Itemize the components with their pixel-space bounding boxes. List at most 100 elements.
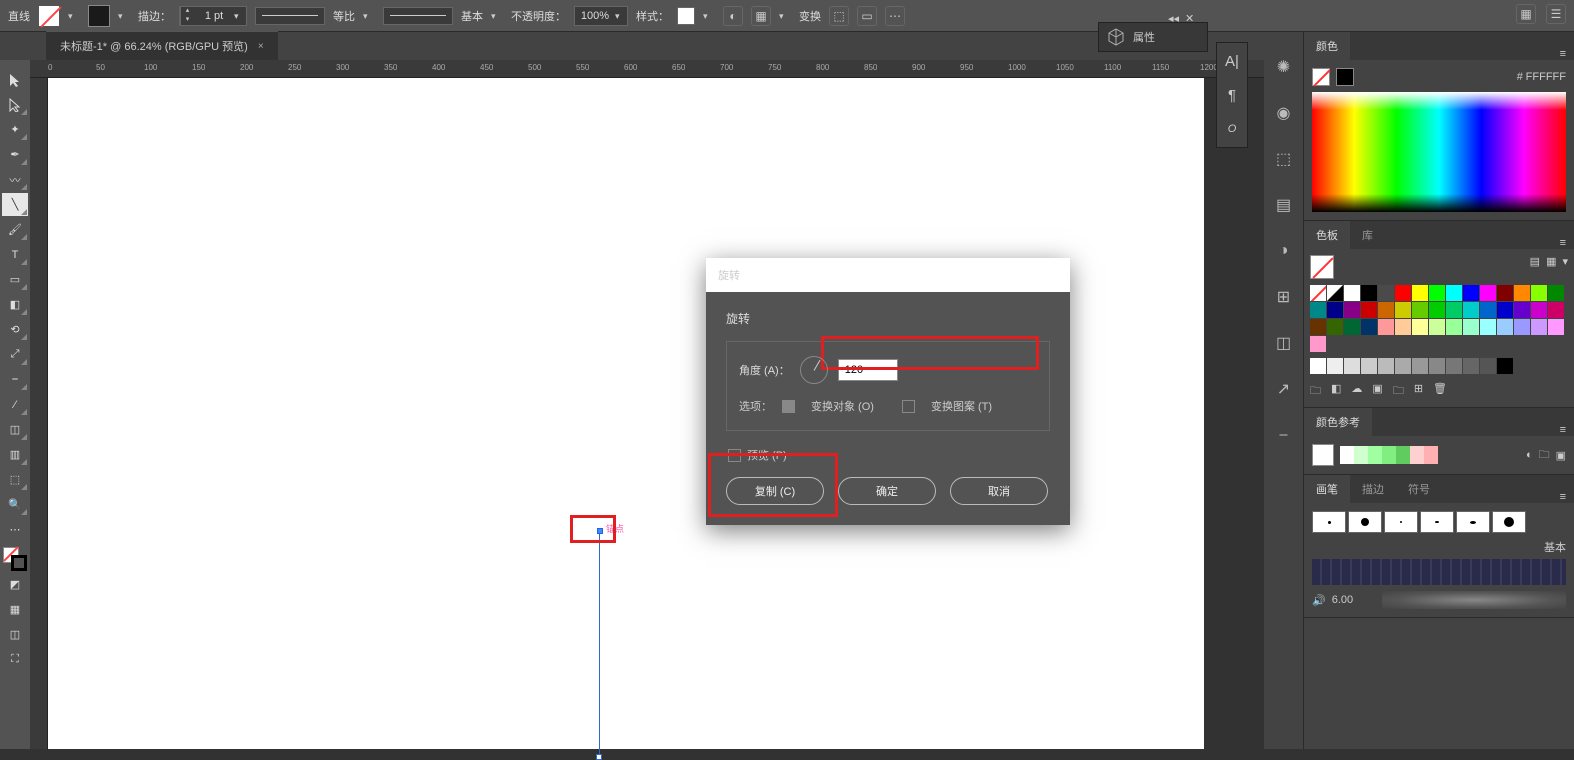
color-swatch[interactable] xyxy=(1463,285,1479,301)
gray-swatch[interactable] xyxy=(1378,358,1394,374)
transform-label[interactable]: 变换 xyxy=(799,8,821,24)
gradient-tool[interactable]: ◫ xyxy=(2,418,28,441)
line-tool[interactable]: ╲ xyxy=(2,193,28,216)
eyedropper-tool[interactable]: ⁄ xyxy=(2,393,28,416)
direct-selection-tool[interactable] xyxy=(2,93,28,116)
swatch-group-icon[interactable]: ▣ xyxy=(1372,382,1382,401)
color-swatch[interactable] xyxy=(1446,285,1462,301)
swatch-delete-icon[interactable]: 🗑 xyxy=(1433,382,1447,401)
color-swatch[interactable] xyxy=(1344,302,1360,318)
stroke-weight-dropdown[interactable] xyxy=(234,10,246,22)
path-anchor-bottom[interactable] xyxy=(596,754,602,760)
gradient-mode-icon[interactable]: ▦ xyxy=(2,598,28,621)
color-swatch[interactable] xyxy=(1463,302,1479,318)
color-swatch[interactable] xyxy=(1480,319,1496,335)
color-swatch[interactable] xyxy=(1378,302,1394,318)
tab-color[interactable]: 颜色 xyxy=(1304,32,1350,60)
color-swatch[interactable] xyxy=(1412,319,1428,335)
panel-menu-icon[interactable]: ≡ xyxy=(1552,48,1574,60)
color-swatch[interactable] xyxy=(1344,319,1360,335)
close-tab-icon[interactable]: × xyxy=(258,41,264,52)
stroke-weight-input[interactable] xyxy=(194,10,234,22)
harmony-color[interactable] xyxy=(1424,446,1438,464)
stroke-weight-stepper[interactable]: ▴▾ xyxy=(179,6,247,26)
rotate-tool[interactable]: ⟲ xyxy=(2,318,28,341)
gray-swatch[interactable] xyxy=(1327,358,1343,374)
swatch-new-icon[interactable]: ⊞ xyxy=(1414,382,1423,401)
isolate-icon[interactable]: ⬚ xyxy=(829,6,849,26)
export-icon[interactable]: ↗ xyxy=(1273,378,1295,400)
color-swatch[interactable] xyxy=(1412,285,1428,301)
edit-colors-icon[interactable]: ◐ xyxy=(1526,449,1533,461)
gray-swatch[interactable] xyxy=(1497,358,1513,374)
selection-tool[interactable] xyxy=(2,68,28,91)
color-swatch[interactable] xyxy=(1514,285,1530,301)
gray-swatch[interactable] xyxy=(1395,358,1411,374)
gray-swatch[interactable] xyxy=(1463,358,1479,374)
shape-icon[interactable]: ▭ xyxy=(857,6,877,26)
color-swatch[interactable] xyxy=(1327,302,1343,318)
color-swatch[interactable] xyxy=(1344,285,1360,301)
harmony-color[interactable] xyxy=(1368,446,1382,464)
brush-preset[interactable] xyxy=(1420,511,1454,533)
harmony-color[interactable] xyxy=(1354,446,1368,464)
color-swatch[interactable] xyxy=(1429,302,1445,318)
profile-preview[interactable] xyxy=(255,7,325,25)
color-swatch[interactable] xyxy=(1514,302,1530,318)
color-swatch[interactable] xyxy=(1514,319,1530,335)
swatch-none[interactable] xyxy=(1310,285,1326,301)
swatches-icon[interactable]: ⬚ xyxy=(1273,148,1295,170)
color-swatch[interactable] xyxy=(1429,319,1445,335)
color-swatch[interactable] xyxy=(1531,285,1547,301)
panel-menu-icon[interactable]: ≡ xyxy=(1552,237,1574,249)
tab-color-guide[interactable]: 颜色参考 xyxy=(1304,408,1372,436)
screen-mode-icon[interactable]: ⛶ xyxy=(2,648,28,671)
stroke-swatch[interactable] xyxy=(88,5,110,27)
color-swatch[interactable] xyxy=(1497,319,1513,335)
color-swatch[interactable] xyxy=(1497,302,1513,318)
more-icon[interactable]: ⋯ xyxy=(885,6,905,26)
style-dropdown[interactable] xyxy=(703,10,715,22)
type-tool[interactable]: T xyxy=(2,243,28,266)
harmony-strip[interactable] xyxy=(1340,446,1438,464)
profile-dropdown[interactable] xyxy=(363,10,375,22)
color-swatch[interactable] xyxy=(1548,302,1564,318)
harmony-color[interactable] xyxy=(1340,446,1354,464)
opacity-input[interactable] xyxy=(575,10,615,22)
magic-wand-tool[interactable]: ✦ xyxy=(2,118,28,141)
document-tab[interactable]: 未标题-1* @ 66.24% (RGB/GPU 预览) × xyxy=(46,31,278,60)
character-panel-icon[interactable]: A| xyxy=(1222,51,1242,71)
color-swatch[interactable] xyxy=(1463,319,1479,335)
gray-swatch[interactable] xyxy=(1480,358,1496,374)
draw-mode-icon[interactable]: ◫ xyxy=(2,623,28,646)
color-swatch[interactable] xyxy=(1480,302,1496,318)
color-swatch[interactable] xyxy=(1412,302,1428,318)
dialog-titlebar[interactable]: 旋转 xyxy=(706,258,1070,292)
swatch-filter-icon[interactable]: ▦ xyxy=(1546,255,1556,279)
color-swatch[interactable] xyxy=(1497,285,1513,301)
gray-swatch[interactable] xyxy=(1412,358,1428,374)
color-swatch[interactable] xyxy=(1310,336,1326,352)
paragraph-panel-icon[interactable]: ¶ xyxy=(1222,85,1242,105)
properties-panel-header[interactable]: 属性 xyxy=(1098,22,1208,52)
speaker-icon[interactable]: 🔊 xyxy=(1312,594,1326,607)
current-fill-swatch[interactable] xyxy=(1310,255,1334,279)
fill-dropdown[interactable] xyxy=(68,10,80,22)
angle-dial-icon[interactable] xyxy=(800,356,828,384)
color-swatch[interactable] xyxy=(1378,319,1394,335)
cancel-button[interactable]: 取消 xyxy=(950,477,1048,505)
swatch-cloud-icon[interactable]: ☁ xyxy=(1351,382,1362,401)
color-icon[interactable]: ◉ xyxy=(1273,102,1295,124)
gray-swatch[interactable] xyxy=(1344,358,1360,374)
fill-color-swatch[interactable] xyxy=(1312,68,1330,86)
layers-icon-a[interactable]: ▤ xyxy=(1273,194,1295,216)
color-swatch[interactable] xyxy=(1361,319,1377,335)
fill-stroke-indicator[interactable] xyxy=(3,547,27,571)
toolbox-more-icon[interactable]: ⋯ xyxy=(2,518,28,541)
color-swatch[interactable] xyxy=(1548,285,1564,301)
color-swatch[interactable] xyxy=(1548,319,1564,335)
curvature-tool[interactable]: 〰 xyxy=(2,168,28,191)
harmony-color[interactable] xyxy=(1382,446,1396,464)
brush-dropdown[interactable] xyxy=(491,10,503,22)
color-swatch[interactable] xyxy=(1378,285,1394,301)
